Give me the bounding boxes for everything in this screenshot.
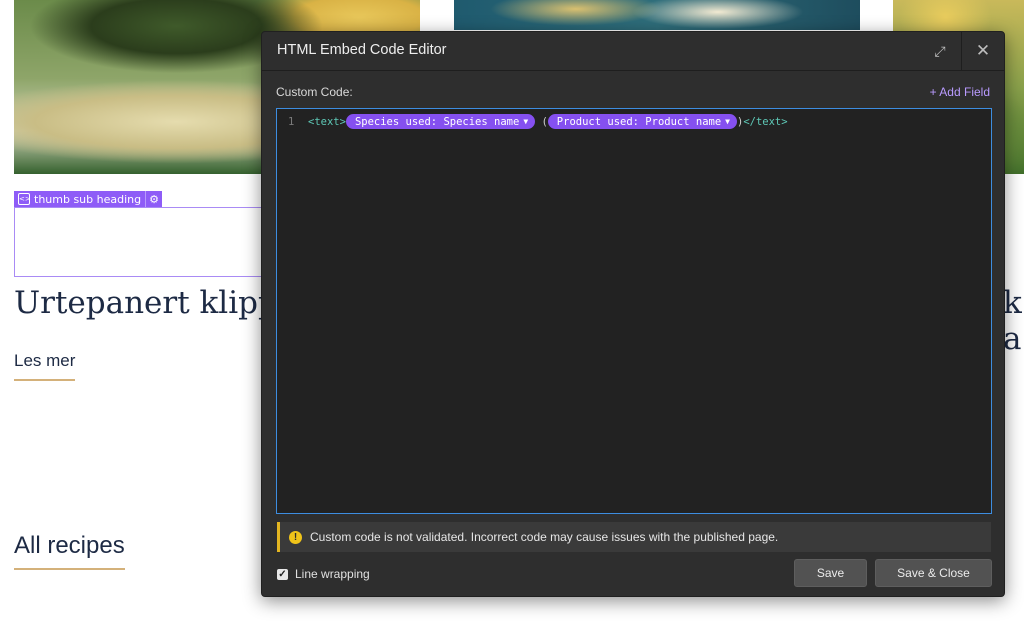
product-field-pill[interactable]: Product used: Product name ▼ <box>547 114 737 129</box>
all-recipes-link[interactable]: All recipes <box>14 532 125 570</box>
recipe-title-clipped-line-1: k <box>1003 285 1022 321</box>
chevron-down-icon: ▼ <box>725 117 730 126</box>
line-wrapping-label: Line wrapping <box>295 567 370 581</box>
expand-icon[interactable]: ⤢ <box>920 32 960 70</box>
element-tag-label: thumb sub heading <box>34 192 142 206</box>
line-wrapping-checkbox[interactable]: ✓ <box>277 568 288 580</box>
dialog-title: HTML Embed Code Editor <box>277 42 447 58</box>
close-icon[interactable]: ✕ <box>961 32 1004 70</box>
embed-icon: <> <box>18 193 31 205</box>
code-close-tag: </text> <box>743 115 788 128</box>
custom-code-label: Custom Code: <box>276 85 353 99</box>
save-button[interactable]: Save <box>794 559 867 587</box>
add-field-button[interactable]: + Add Field <box>930 85 990 99</box>
line-number: 1 <box>288 116 295 128</box>
recipe-title: Urtepanert klippf <box>14 285 290 321</box>
warning-icon: ! <box>289 530 302 544</box>
thumb-sub-heading-element[interactable] <box>14 207 276 277</box>
species-field-pill[interactable]: Species used: Species name ▼ <box>345 114 536 129</box>
html-embed-code-editor-dialog: HTML Embed Code Editor ⤢ ✕ Custom Code: … <box>261 31 1005 597</box>
read-more-link[interactable]: Les mer <box>14 351 76 381</box>
species-field-label: Species used: Species name <box>354 115 520 128</box>
validation-warning: ! Custom code is not validated. Incorrec… <box>277 522 991 552</box>
recipe-image-2[interactable] <box>454 0 860 30</box>
code-line[interactable]: <text> Species used: Species name ▼ ( Pr… <box>308 114 788 129</box>
recipe-title-clipped-line-2: a <box>1003 321 1022 357</box>
line-wrapping-toggle[interactable]: ✓ Line wrapping <box>277 567 370 581</box>
dialog-header: HTML Embed Code Editor ⤢ ✕ <box>262 32 1004 71</box>
code-open-tag: <text> <box>308 115 346 128</box>
chevron-down-icon: ▼ <box>523 117 529 126</box>
warning-text: Custom code is not validated. Incorrect … <box>310 530 779 544</box>
element-tag[interactable]: <> thumb sub heading ⚙ <box>14 191 163 207</box>
code-editor[interactable]: 1 <text> Species used: Species name ▼ ( … <box>276 108 992 514</box>
element-tag-main: <> thumb sub heading <box>14 191 146 207</box>
product-field-label: Product used: Product name <box>556 115 722 128</box>
gear-icon[interactable]: ⚙ <box>145 191 163 207</box>
code-text-between: ( <box>535 115 548 128</box>
recipe-title-clipped: k a <box>1003 285 1022 357</box>
save-and-close-button[interactable]: Save & Close <box>875 559 992 587</box>
